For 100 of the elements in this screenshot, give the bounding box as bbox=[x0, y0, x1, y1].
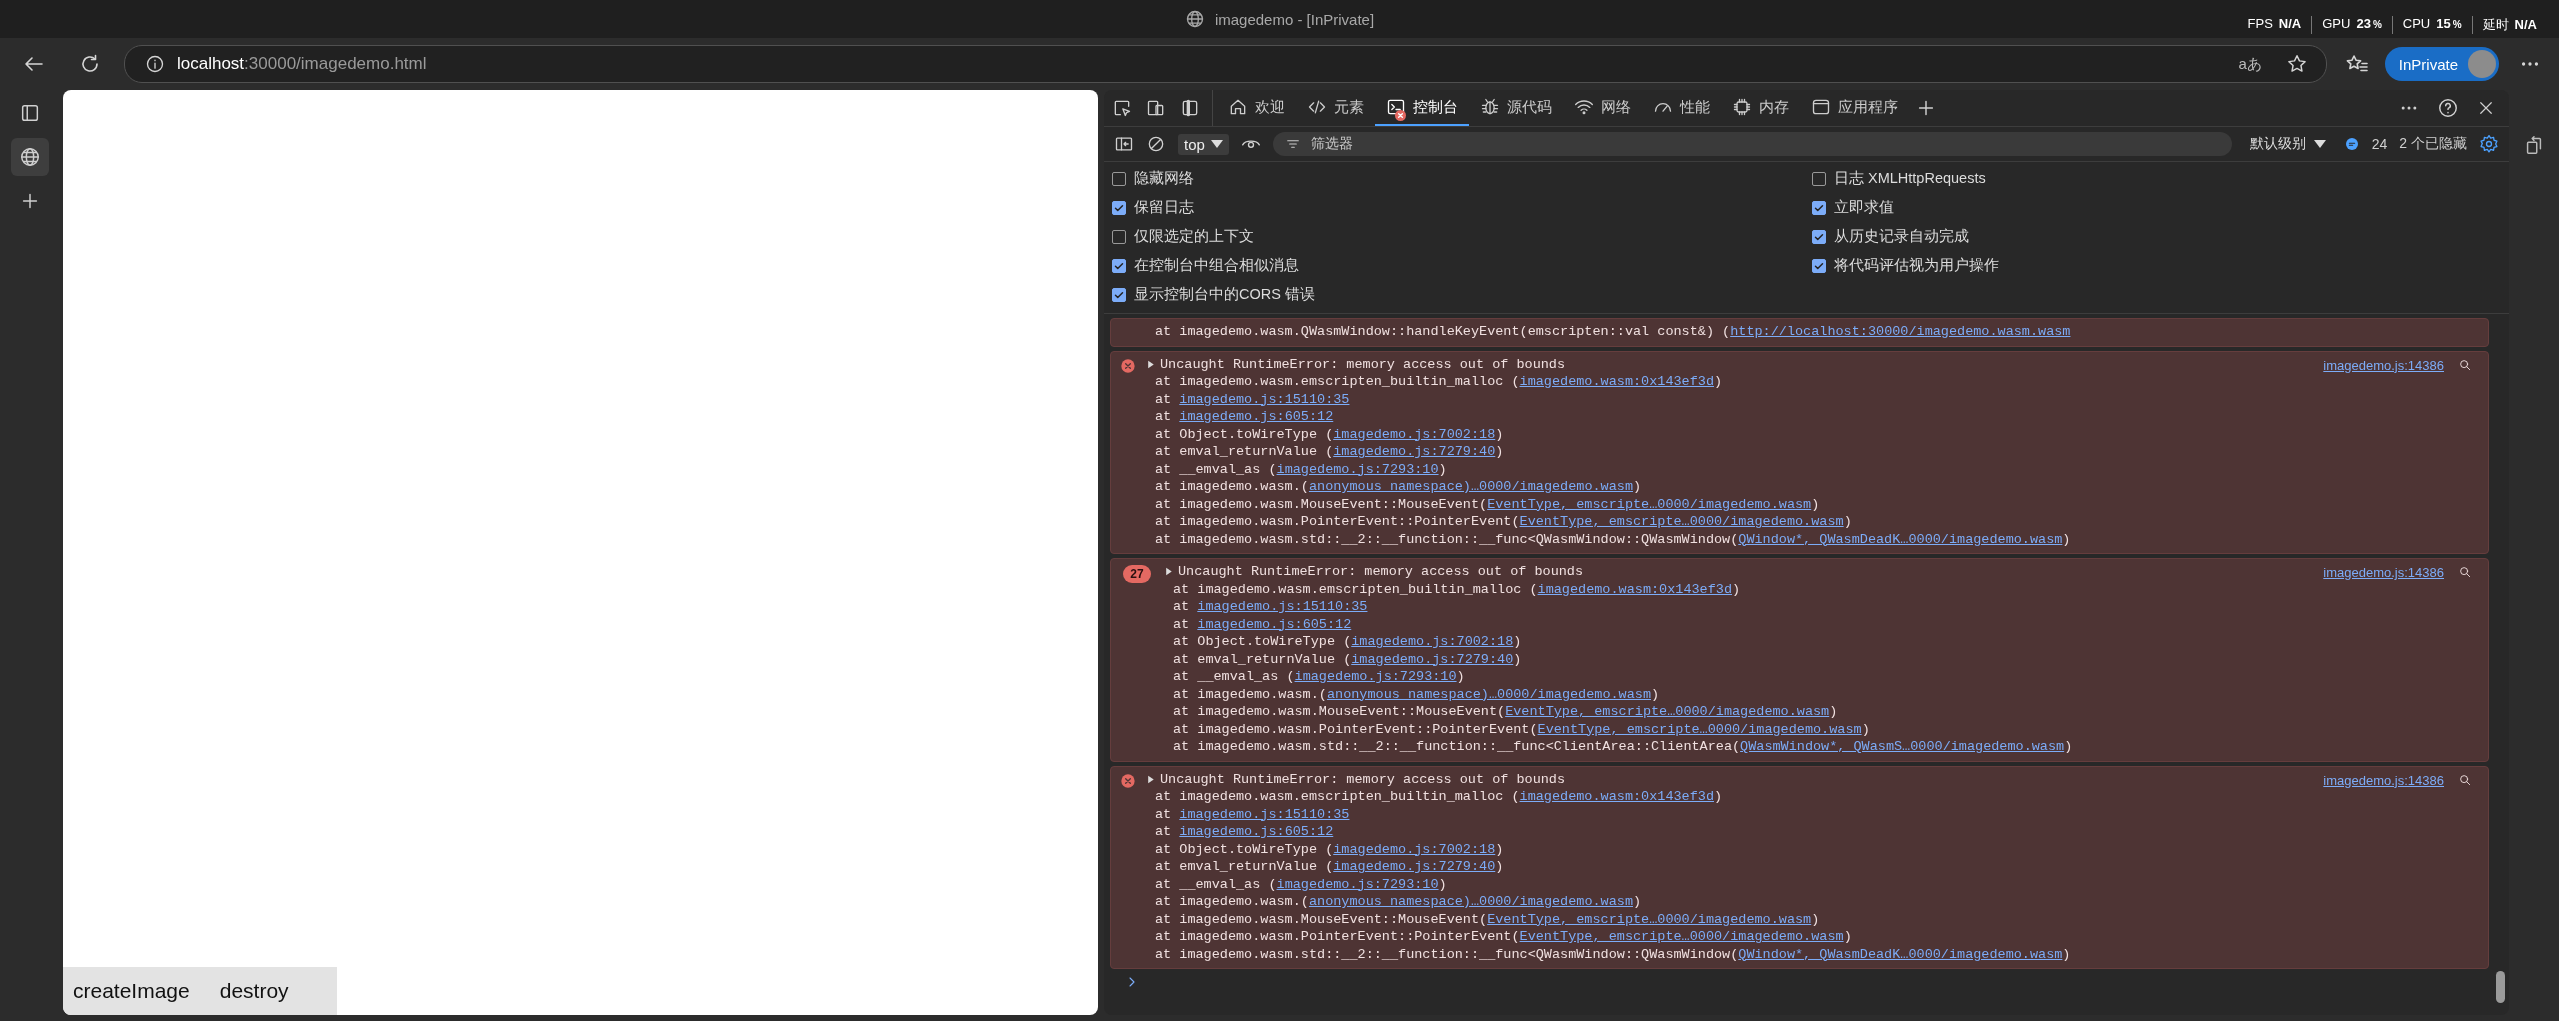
checkbox[interactable] bbox=[1812, 200, 1826, 215]
checkbox-label: 在控制台中组合相似消息 bbox=[1134, 256, 1299, 275]
devtools-tab[interactable]: 欢迎 bbox=[1217, 90, 1296, 126]
globe-icon bbox=[1184, 9, 1205, 29]
stack-frame: at imagedemo.js:605:12 bbox=[1163, 615, 2324, 633]
checkbox[interactable] bbox=[1112, 200, 1126, 215]
checkbox-label: 从历史记录自动完成 bbox=[1834, 227, 1969, 246]
stack-frame: at imagedemo.wasm.PointerEvent::PointerEvent(EventType, emscripte…0000/imagedemo.wasm) bbox=[1163, 720, 2324, 738]
stack-link[interactable]: imagedemo.js:15110:35 bbox=[1179, 391, 1350, 407]
tab-list-icon[interactable] bbox=[19, 102, 41, 124]
stack-link[interactable]: imagedemo.wasm:0x143ef3d bbox=[1519, 374, 1714, 389]
stack-link[interactable]: EventType, emscripte…0000/imagedemo.wasm bbox=[1487, 496, 1812, 512]
stack-link[interactable]: EventType, emscripte…0000/imagedemo.wasm bbox=[1519, 514, 1844, 529]
stack-link[interactable]: imagedemo.js:605:12 bbox=[1197, 616, 1352, 632]
search-icon[interactable] bbox=[2458, 772, 2472, 787]
stack-link[interactable]: anonymous namespace)…0000/imagedemo.wasm bbox=[1308, 479, 1633, 494]
devtools-tab[interactable]: 应用程序 bbox=[1800, 90, 1909, 126]
stack-link[interactable]: QWasmWindow*, QWasmS…0000/imagedemo.wasm bbox=[1740, 739, 2065, 754]
info-icon[interactable] bbox=[145, 54, 165, 74]
stack-link[interactable]: imagedemo.js:7293:10 bbox=[1276, 461, 1439, 477]
checkbox[interactable] bbox=[1812, 229, 1826, 244]
url-text[interactable]: localhost:30000/imagedemo.html bbox=[177, 54, 2239, 74]
stack-link[interactable]: imagedemo.js:15110:35 bbox=[1179, 806, 1350, 822]
stack-link[interactable]: imagedemo.wasm:0x143ef3d bbox=[1519, 789, 1714, 804]
clear-icon[interactable] bbox=[1146, 134, 1166, 154]
checkbox[interactable] bbox=[1112, 171, 1126, 186]
stack-frame: at imagedemo.js:605:12 bbox=[1145, 408, 2324, 426]
close-icon[interactable] bbox=[2477, 99, 2495, 117]
stack-link[interactable]: EventType, emscripte…0000/imagedemo.wasm bbox=[1487, 911, 1812, 927]
stack-frame: at imagedemo.js:605:12 bbox=[1145, 823, 2324, 841]
checkbox[interactable] bbox=[1112, 229, 1126, 244]
stack-link[interactable]: imagedemo.js:7293:10 bbox=[1294, 669, 1457, 684]
devtools-tab[interactable]: 源代码 bbox=[1469, 90, 1563, 126]
reader-glyph[interactable]: aあ bbox=[2238, 54, 2262, 74]
stack-frame: at imagedemo.wasm.MouseEvent::MouseEvent(EventType, emscripte…0000/imagedemo.wasm) bbox=[1163, 703, 2324, 721]
stack-link[interactable]: QWindow*, QWasmDeadK…0000/imagedemo.wasm bbox=[1738, 946, 2063, 962]
checkbox[interactable] bbox=[1812, 171, 1826, 186]
stack-link[interactable]: imagedemo.js:15110:35 bbox=[1197, 599, 1368, 614]
stack-link[interactable]: EventType, emscripte…0000/imagedemo.wasm bbox=[1505, 704, 1830, 719]
stack-link[interactable]: http://localhost:30000/imagedemo.wasm.wasm bbox=[1730, 324, 2071, 339]
expand-triangle-icon[interactable] bbox=[1145, 358, 1156, 370]
devtools-tab[interactable]: 元素 bbox=[1296, 90, 1375, 126]
stack-frame: at imagedemo.js:15110:35 bbox=[1145, 805, 2324, 823]
stack-link[interactable]: anonymous namespace)…0000/imagedemo.wasm bbox=[1308, 894, 1633, 909]
device-icon[interactable] bbox=[1146, 98, 1166, 118]
devtools-tab[interactable]: 性能 bbox=[1642, 90, 1721, 126]
page-button[interactable]: createImage bbox=[65, 979, 198, 1003]
stack-link[interactable]: EventType, emscripte…0000/imagedemo.wasm bbox=[1519, 929, 1844, 944]
checkbox[interactable] bbox=[1112, 258, 1126, 273]
context-select[interactable]: top bbox=[1178, 133, 1229, 155]
level-select[interactable]: 默认级别 bbox=[2243, 134, 2332, 154]
star-icon[interactable] bbox=[2285, 53, 2308, 75]
search-icon[interactable] bbox=[2458, 357, 2472, 372]
stack-link[interactable]: imagedemo.js:605:12 bbox=[1179, 824, 1334, 839]
stack-link[interactable]: imagedemo.js:7293:10 bbox=[1276, 876, 1439, 892]
stack-link[interactable]: imagedemo.js:7279:40 bbox=[1333, 444, 1496, 459]
stack-frame: at imagedemo.wasm.PointerEvent::PointerEvent(EventType, emscripte…0000/imagedemo.wasm) bbox=[1145, 513, 2324, 531]
stack-link[interactable]: imagedemo.js:605:12 bbox=[1179, 409, 1334, 424]
chip-icon bbox=[1732, 97, 1752, 117]
filter-field[interactable]: 筛选器 bbox=[1272, 132, 2232, 156]
stack-link[interactable]: imagedemo.wasm:0x143ef3d bbox=[1537, 581, 1732, 597]
stack-frame: at imagedemo.wasm.(anonymous namespace)…0000/imagedemo.wasm) bbox=[1145, 478, 2324, 496]
stack-link[interactable]: imagedemo.js:7002:18 bbox=[1351, 634, 1514, 649]
search-icon[interactable] bbox=[2458, 565, 2472, 579]
checkbox[interactable] bbox=[1112, 287, 1126, 302]
source-link[interactable]: imagedemo.js:14386 bbox=[2323, 357, 2444, 373]
stack-frame: at imagedemo.wasm.MouseEvent::MouseEvent(EventType, emscripte…0000/imagedemo.wasm) bbox=[1145, 495, 2324, 513]
help-icon[interactable] bbox=[2437, 97, 2459, 119]
page-tab[interactable] bbox=[11, 138, 49, 176]
stack-link[interactable]: imagedemo.js:7279:40 bbox=[1351, 651, 1514, 667]
devtools-tab[interactable]: 网络 bbox=[1563, 90, 1642, 126]
devtools-tab[interactable]: 控制台 bbox=[1375, 90, 1469, 126]
devtools-tab[interactable]: 内存 bbox=[1721, 90, 1800, 126]
stack-link[interactable]: imagedemo.js:7002:18 bbox=[1333, 426, 1496, 442]
stack-frame: at Object.toWireType (imagedemo.js:7002:18) bbox=[1145, 425, 2324, 443]
source-link[interactable]: imagedemo.js:14386 bbox=[2323, 565, 2444, 580]
stack-link[interactable]: imagedemo.js:7002:18 bbox=[1333, 841, 1496, 857]
address-field[interactable]: localhost:30000/imagedemo.html aあ bbox=[124, 45, 2327, 83]
home-icon bbox=[1228, 97, 1248, 117]
stack-link[interactable]: EventType, emscripte…0000/imagedemo.wasm bbox=[1537, 721, 1862, 737]
scrollbar-thumb[interactable] bbox=[2496, 971, 2505, 1003]
profile-button[interactable]: InPrivate bbox=[2384, 47, 2499, 81]
expand-triangle-icon[interactable] bbox=[1163, 566, 1174, 578]
perf-stat: GPU 23% bbox=[2311, 16, 2392, 34]
source-link[interactable]: imagedemo.js:14386 bbox=[2323, 772, 2444, 788]
checkbox-label: 将代码评估视为用户操作 bbox=[1834, 256, 1999, 275]
stack-link[interactable]: anonymous namespace)…0000/imagedemo.wasm bbox=[1326, 686, 1651, 702]
stack-link[interactable]: imagedemo.js:7279:40 bbox=[1333, 859, 1496, 874]
stack-frame: at imagedemo.wasm.emscripten_builtin_malloc (imagedemo.wasm:0x143ef3d) bbox=[1163, 580, 2324, 598]
stack-link[interactable]: QWindow*, QWasmDeadK…0000/imagedemo.wasm bbox=[1738, 531, 2063, 547]
checkbox[interactable] bbox=[1812, 258, 1826, 273]
page-button[interactable]: destroy bbox=[211, 979, 297, 1003]
settings-icon[interactable] bbox=[2479, 134, 2499, 154]
expand-triangle-icon[interactable] bbox=[1145, 773, 1156, 785]
window-title: imagedemo - [InPrivate] bbox=[1214, 10, 1375, 28]
repeat-count: 27 bbox=[1123, 565, 1151, 583]
perf-stat: CPU 15% bbox=[2391, 16, 2472, 34]
inspect-icon[interactable] bbox=[1112, 98, 1132, 118]
dock-icon[interactable] bbox=[1180, 98, 1200, 118]
stack-frame: at Object.toWireType (imagedemo.js:7002:18) bbox=[1163, 633, 2324, 651]
